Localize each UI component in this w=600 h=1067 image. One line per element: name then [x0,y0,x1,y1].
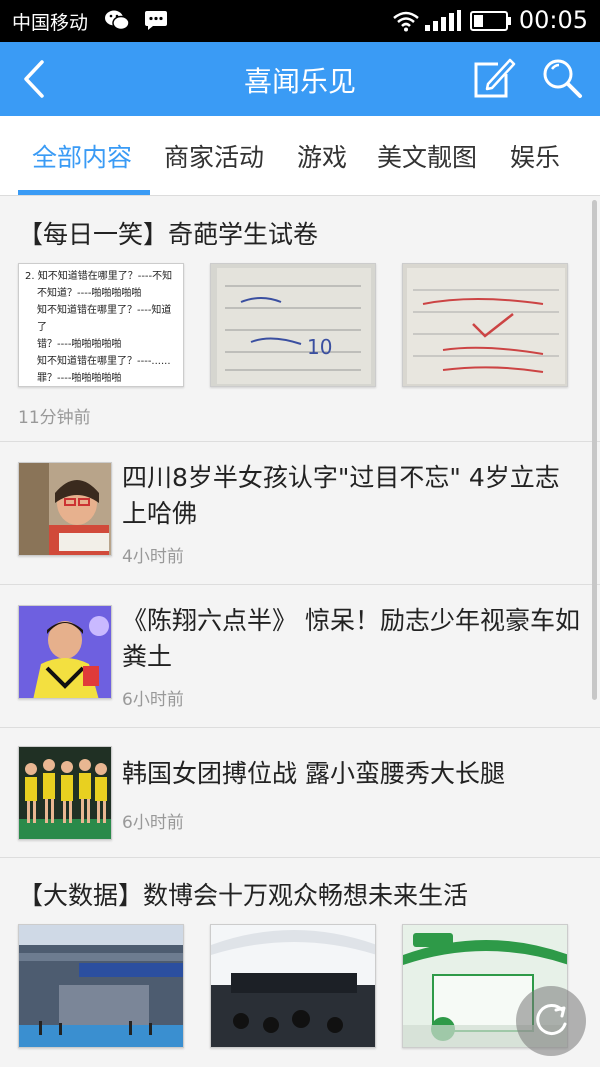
news-feed[interactable]: 【每日一笑】奇葩学生试卷 2. 知不知道错在哪里了？----不知 不知道？---… [0,197,600,1067]
refresh-icon [536,1004,567,1035]
list-item[interactable]: 【大数据】数博会十万观众畅想未来生活 [0,858,600,1067]
image-text-line: 错？----啪啪啪啪啪 [37,339,122,350]
item-title: 【大数据】数博会十万观众畅想未来生活 [18,881,469,910]
item-time: 11分钟前 [18,408,91,428]
boy-portrait-image [18,605,112,699]
image-text-line: 不知道？----啪啪啪啪啪 [37,288,142,299]
image-text-line: 罪？----啪啪啪啪啪 [37,373,122,384]
exam-photo-image[interactable]: 10 [210,263,376,387]
signal-icon [424,10,462,36]
wifi-icon [392,10,420,36]
battery-icon [470,11,512,35]
status-bar: 中国移动 00:05 [0,0,600,42]
girl-group-image [18,746,112,840]
item-time: 6小时前 [122,690,184,710]
item-title: 【每日一笑】奇葩学生试卷 [18,220,319,249]
refresh-button[interactable] [516,986,586,1056]
tabs-scroll-fade [576,116,600,195]
app-bar: 喜闻乐见 [0,42,600,116]
tab-entertainment[interactable]: 娱乐 [510,138,560,174]
search-icon[interactable] [538,54,586,102]
list-item[interactable]: 《陈翔六点半》 惊呆！励志少年视豪车如粪土 6小时前 [0,585,600,728]
list-item[interactable]: 四川8岁半女孩认字"过目不忘" 4岁立志上哈佛 4小时前 [0,442,600,585]
active-tab-indicator [18,190,150,195]
tab-all[interactable]: 全部内容 [32,138,132,174]
girl-reading-image [18,462,112,556]
category-tabs: 全部内容 商家活动 游戏 美文靓图 娱乐 [0,116,600,196]
image-text-line: 知不知道错在哪里了？----知道了 [37,305,172,333]
list-item[interactable]: 【每日一笑】奇葩学生试卷 2. 知不知道错在哪里了？----不知 不知道？---… [0,197,600,442]
tab-merchant-activities[interactable]: 商家活动 [164,138,264,174]
corrected-exam-image[interactable] [402,263,568,387]
tab-games[interactable]: 游戏 [297,138,347,174]
edit-icon[interactable] [468,54,516,102]
exhibition-hall-image[interactable] [210,924,376,1048]
image-text-line: 知不知道错在哪里了？----...... [37,356,171,367]
svg-text:10: 10 [307,335,332,359]
list-item[interactable]: 韩国女团搏位战 露小蛮腰秀大长腿 6小时前 [0,728,600,858]
item-time: 6小时前 [122,813,184,833]
clock: 00:05 [518,6,588,34]
back-arrow-icon[interactable] [14,56,60,102]
feed-scrollbar[interactable] [592,200,597,700]
item-title: 四川8岁半女孩认字"过目不忘" 4岁立志上哈佛 [122,463,560,528]
wechat-icon [104,9,130,35]
image-text-line: 2. 知不知道错在哪里了？----不知 [25,271,173,282]
exam-text-image[interactable]: 2. 知不知道错在哪里了？----不知 不知道？----啪啪啪啪啪 知不知道错在… [18,263,184,387]
item-title: 《陈翔六点半》 惊呆！励志少年视豪车如粪土 [122,606,580,671]
item-title: 韩国女团搏位战 露小蛮腰秀大长腿 [122,759,505,788]
carrier-label: 中国移动 [12,12,89,34]
tab-articles-images[interactable]: 美文靓图 [377,138,477,174]
message-icon [144,9,168,35]
expo-building-image[interactable] [18,924,184,1048]
item-time: 4小时前 [122,547,184,567]
